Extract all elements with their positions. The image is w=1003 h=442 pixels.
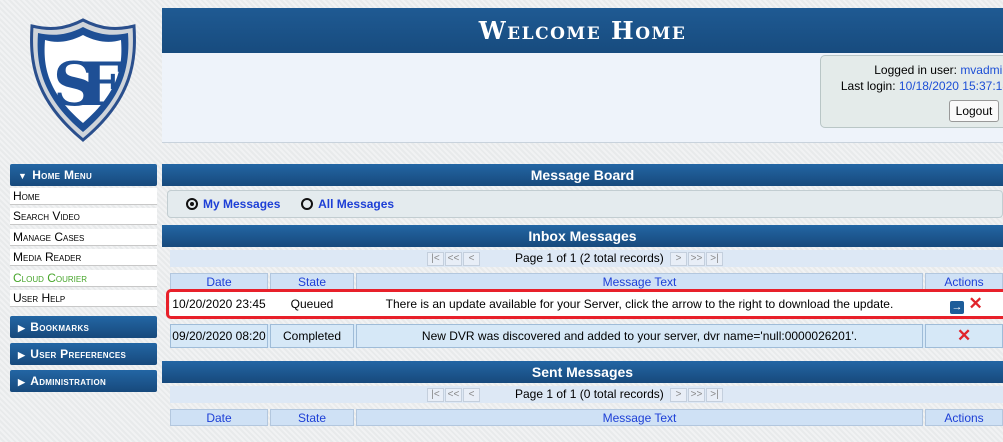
first-page-icon[interactable]: |<	[427, 388, 444, 402]
all-messages-radio[interactable]: All Messages	[301, 197, 394, 211]
triangle-down-icon: ▼	[18, 171, 28, 181]
row2-date: 09/20/2020 08:20	[172, 329, 266, 343]
sidebar-item-user-help[interactable]: User Help	[10, 290, 157, 307]
prev-set-icon[interactable]: <<	[445, 388, 462, 402]
home-menu-header[interactable]: ▼ Home Menu	[10, 164, 157, 186]
sidebar-item-media-reader[interactable]: Media Reader	[10, 249, 157, 266]
bookmarks-header[interactable]: ▶ Bookmarks	[10, 316, 157, 338]
logout-button[interactable]: Logout	[949, 100, 999, 122]
page-title: Welcome Home	[162, 8, 1003, 53]
next-set-icon[interactable]: >>	[688, 388, 705, 402]
my-messages-radio[interactable]: My Messages	[186, 197, 280, 211]
prev-page-icon[interactable]: <	[463, 252, 480, 266]
svg-text:F: F	[80, 50, 123, 120]
sent-col-actions: Actions	[925, 409, 1003, 426]
last-page-icon[interactable]: >|	[706, 252, 723, 266]
triangle-right-icon: ▶	[18, 323, 26, 333]
inbox-col-actions: Actions	[925, 273, 1003, 290]
sent-col-date[interactable]: Date	[170, 409, 268, 426]
triangle-right-icon: ▶	[18, 350, 26, 360]
sidebar-item-search-video[interactable]: Search Video	[10, 208, 157, 225]
prev-set-icon[interactable]: <<	[445, 252, 462, 266]
sent-pager: |< << < Page 1 of 1 (0 total records) > >> >…	[170, 386, 1003, 403]
sent-title: Sent Messages	[162, 361, 1003, 383]
prev-page-icon[interactable]: <	[463, 388, 480, 402]
message-filter: My Messages All Messages	[167, 190, 1003, 218]
first-page-icon[interactable]: |<	[427, 252, 444, 266]
triangle-right-icon: ▶	[18, 377, 26, 387]
radio-unselected-icon	[301, 198, 314, 210]
inbox-col-state[interactable]: State	[270, 273, 354, 290]
inbox-pager: |< << < Page 1 of 1 (2 total records) > >> >…	[170, 250, 1003, 267]
last-login: Last login: 10/18/2020 15:37:18	[829, 78, 1003, 94]
inbox-title: Inbox Messages	[162, 225, 1003, 247]
username: mvadmin	[960, 63, 1003, 77]
administration-header[interactable]: ▶ Administration	[10, 370, 157, 392]
sf-shield-logo: S F	[30, 18, 136, 142]
inbox-col-date[interactable]: Date	[170, 273, 268, 290]
row2-state: Completed	[282, 329, 342, 343]
sidebar-item-home[interactable]: Home	[10, 188, 157, 205]
next-page-icon[interactable]: >	[670, 252, 687, 266]
user-preferences-header[interactable]: ▶ User Preferences	[10, 343, 157, 365]
login-info-box: Logged in user: mvadmin Last login: 10/1…	[820, 55, 1003, 128]
sent-page-text: Page 1 of 1 (0 total records)	[515, 387, 664, 401]
sidebar-item-manage-cases[interactable]: Manage Cases	[10, 229, 157, 246]
inbox-col-message[interactable]: Message Text	[356, 273, 923, 290]
last-login-value: 10/18/2020 15:37:18	[898, 79, 1003, 93]
last-page-icon[interactable]: >|	[706, 388, 723, 402]
radio-selected-icon	[186, 198, 198, 210]
sent-col-state[interactable]: State	[270, 409, 354, 426]
next-set-icon[interactable]: >>	[688, 252, 705, 266]
sidebar-item-cloud-courier[interactable]: Cloud Courier	[10, 270, 157, 287]
inbox-page-text: Page 1 of 1 (2 total records)	[515, 251, 664, 265]
sent-col-message[interactable]: Message Text	[356, 409, 923, 426]
highlight-box	[166, 289, 1003, 319]
delete-x-icon[interactable]: ✕	[957, 326, 971, 345]
row2-message: New DVR was discovered and added to your…	[421, 329, 858, 343]
message-board-title: Message Board	[162, 164, 1003, 186]
logged-in-user: Logged in user: mvadmin	[829, 62, 1003, 78]
next-page-icon[interactable]: >	[670, 388, 687, 402]
row2-actions: ✕	[957, 324, 971, 349]
